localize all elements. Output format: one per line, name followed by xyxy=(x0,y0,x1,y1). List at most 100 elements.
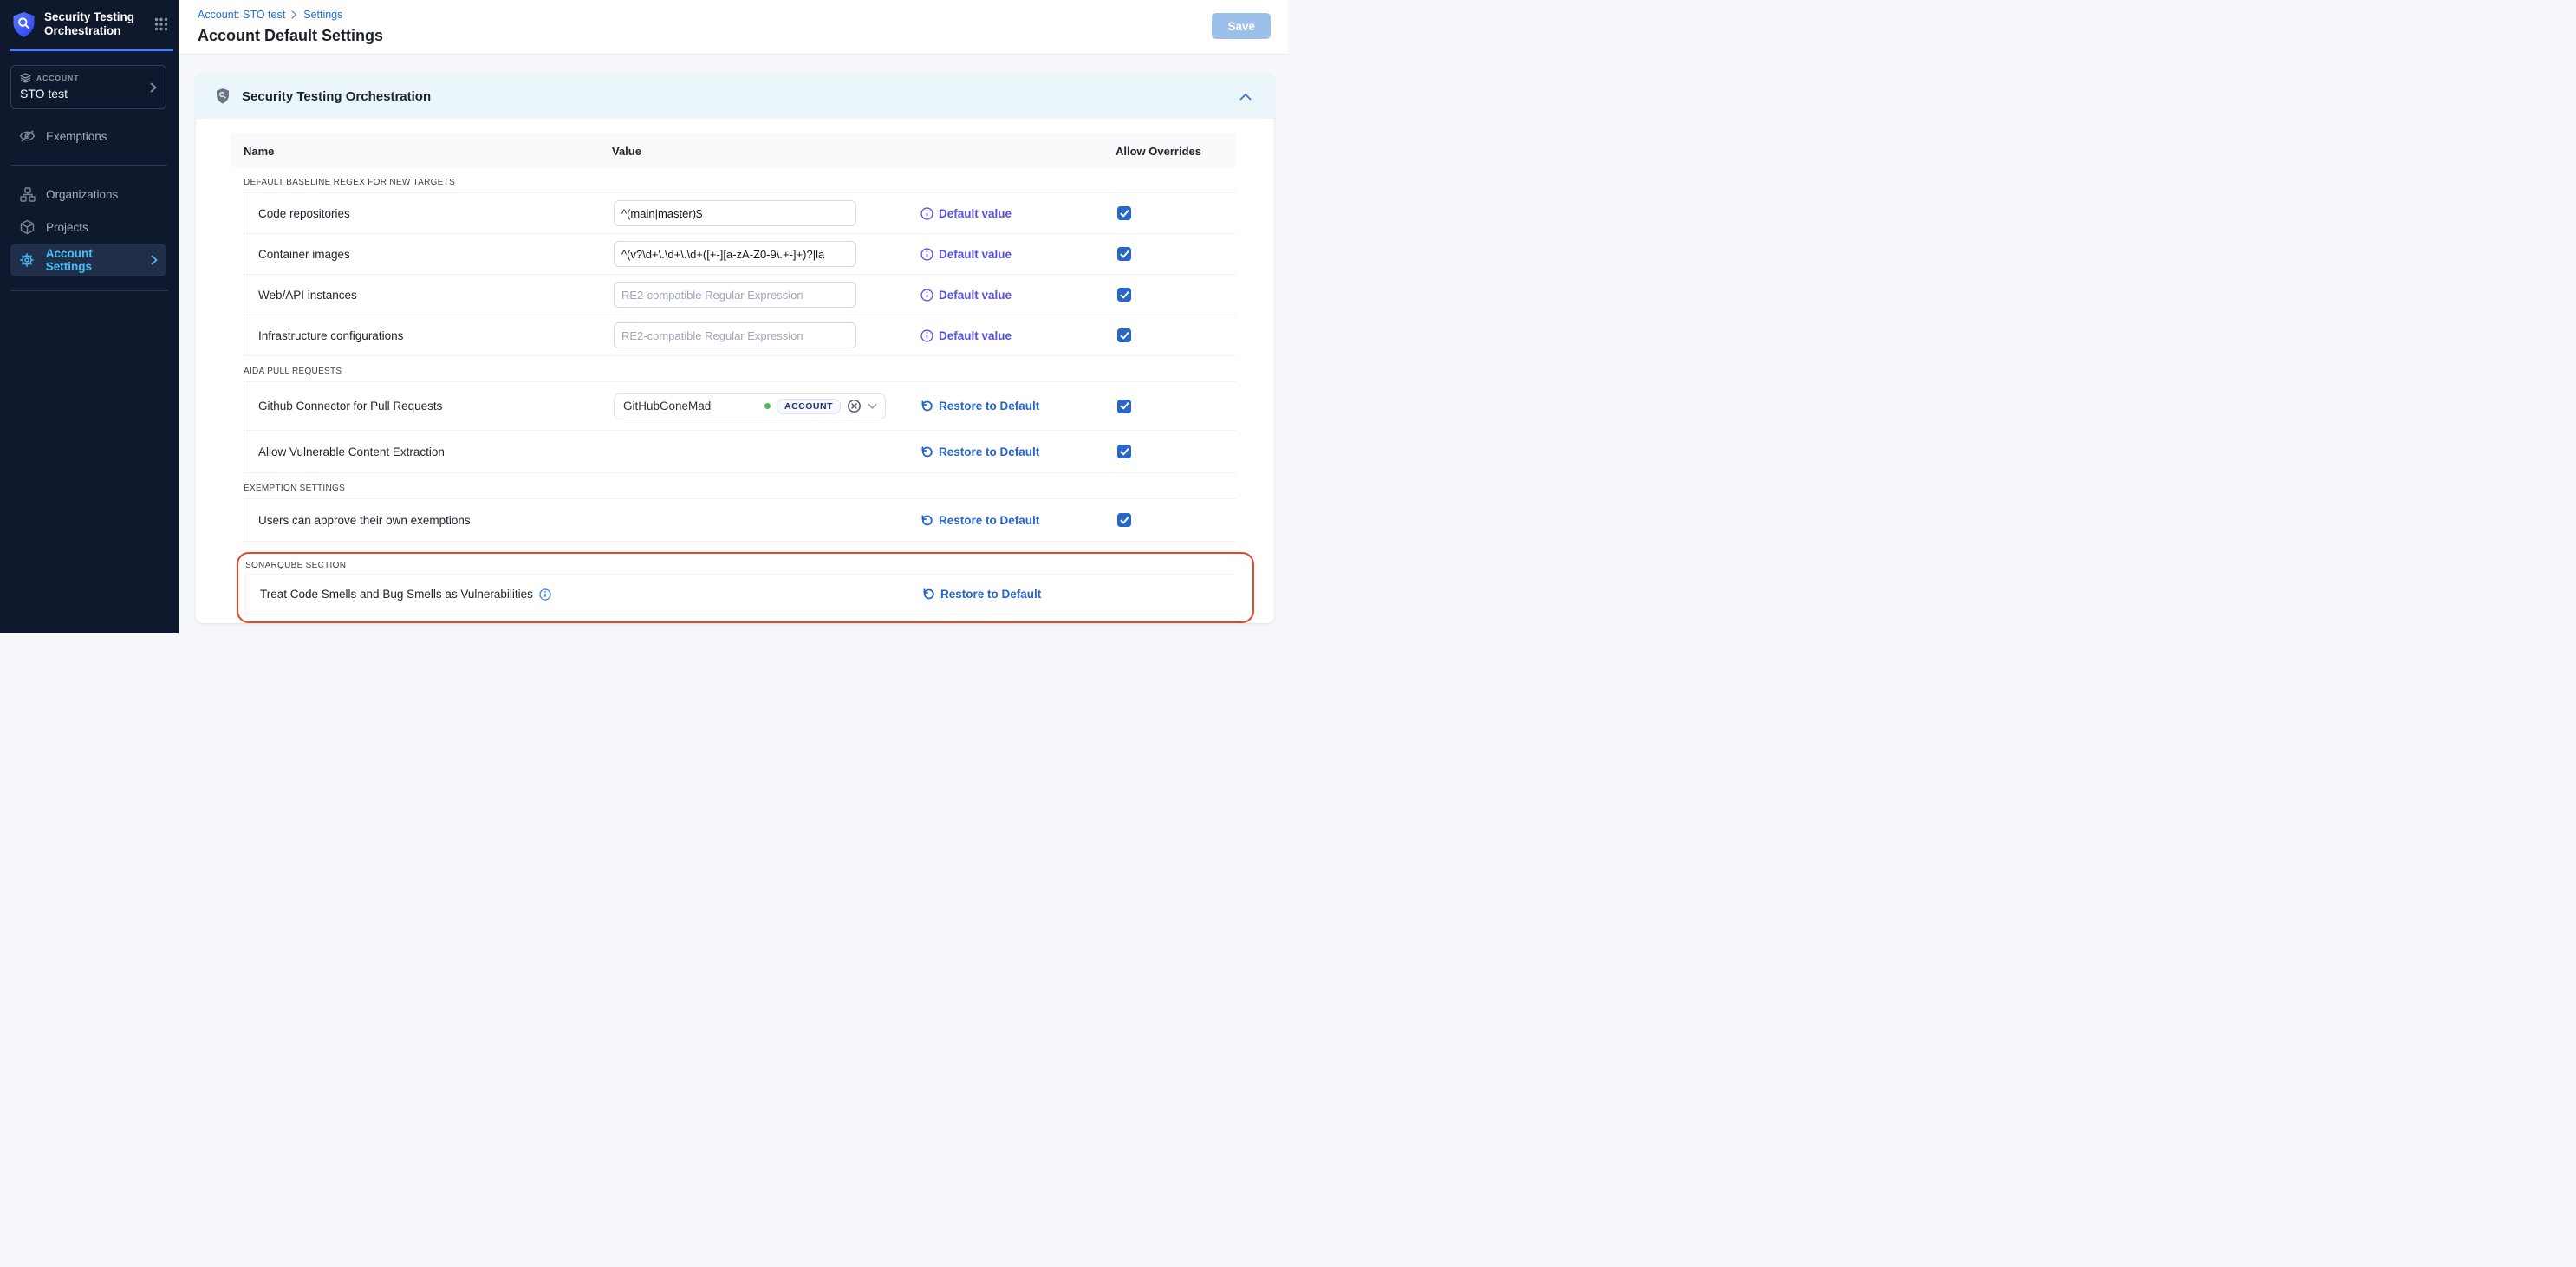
table-header-row: Name Value Allow Overrides xyxy=(231,134,1236,167)
gear-icon xyxy=(19,252,36,268)
sidebar-nav: Exemptions Organizations Projec xyxy=(0,120,179,303)
status-text: Restore to Default xyxy=(939,514,1039,527)
restore-to-default-link[interactable]: Restore to Default xyxy=(920,445,1117,458)
info-icon[interactable] xyxy=(920,329,933,342)
breadcrumb: Account: STO test Settings xyxy=(198,9,1267,21)
restore-icon xyxy=(922,588,935,601)
sidebar-item-label: Organizations xyxy=(46,188,118,201)
restore-icon xyxy=(920,514,933,527)
status-text: Restore to Default xyxy=(939,445,1039,458)
info-icon[interactable] xyxy=(920,248,933,261)
allow-overrides-checkbox[interactable] xyxy=(1117,513,1131,527)
org-chart-icon xyxy=(19,187,36,202)
sidebar-item-label: Account Settings xyxy=(46,247,140,273)
clear-icon[interactable] xyxy=(847,399,862,413)
cube-icon xyxy=(19,219,36,235)
table-row: Allow Vulnerable Content Extraction Rest… xyxy=(244,431,1236,473)
restore-icon xyxy=(920,445,933,458)
layers-icon xyxy=(20,73,31,83)
restore-to-default-link[interactable]: Restore to Default xyxy=(920,514,1117,527)
info-icon[interactable] xyxy=(920,289,933,302)
setting-label: Container images xyxy=(244,248,614,261)
restore-to-default-link[interactable]: Restore to Default xyxy=(920,400,1117,413)
section-header[interactable]: Security Testing Orchestration xyxy=(196,74,1274,119)
allow-overrides-checkbox[interactable] xyxy=(1117,400,1131,413)
table-row: Web/API instances Default value xyxy=(244,275,1236,315)
table-row: Infrastructure configurations Default va… xyxy=(244,315,1236,356)
setting-label: Web/API instances xyxy=(244,289,614,302)
allow-overrides-checkbox[interactable] xyxy=(1117,328,1131,342)
setting-label: Infrastructure configurations xyxy=(244,329,614,342)
table-row: Container images Default value xyxy=(244,234,1236,275)
restore-icon xyxy=(920,400,933,413)
account-selector[interactable]: ACCOUNT STO test xyxy=(10,65,166,109)
settings-group: Treat Code Smells and Bug Smells as Vuln… xyxy=(245,574,1235,614)
sidebar-item-projects[interactable]: Projects xyxy=(0,211,179,244)
sidebar-divider xyxy=(10,290,168,291)
page-header: Account: STO test Settings Account Defau… xyxy=(179,0,1288,55)
chevron-down-icon[interactable] xyxy=(868,403,877,410)
shield-icon xyxy=(215,88,231,105)
regex-input[interactable] xyxy=(614,322,856,348)
settings-group: Code repositories Default value xyxy=(244,192,1236,356)
chevron-right-icon xyxy=(151,255,158,265)
highlight-outline: SONARQUBE SECTION Treat Code Smells and … xyxy=(237,552,1254,623)
sidebar-divider xyxy=(10,165,168,166)
status-text: Default value xyxy=(939,289,1012,302)
account-scope-label: ACCOUNT xyxy=(36,74,80,82)
breadcrumb-account-link[interactable]: Account: STO test xyxy=(198,9,285,21)
regex-input[interactable] xyxy=(614,282,856,308)
sidebar-item-label: Exemptions xyxy=(46,130,107,143)
allow-overrides-checkbox[interactable] xyxy=(1117,206,1131,220)
page-content: Security Testing Orchestration Name Valu… xyxy=(179,55,1288,634)
info-icon[interactable] xyxy=(920,207,933,220)
table-row: Users can approve their own exemptions R… xyxy=(244,499,1236,542)
breadcrumb-settings-link[interactable]: Settings xyxy=(303,9,342,21)
info-icon[interactable] xyxy=(539,588,551,601)
column-header-value: Value xyxy=(612,145,1116,158)
setting-label: Github Connector for Pull Requests xyxy=(244,400,614,413)
page-title: Account Default Settings xyxy=(198,27,1267,45)
chevron-up-icon[interactable] xyxy=(1236,89,1255,104)
regex-input[interactable] xyxy=(614,200,856,226)
table-row: Code repositories Default value xyxy=(244,193,1236,234)
group-label: EXEMPTION SETTINGS xyxy=(244,484,1236,493)
setting-label: Allow Vulnerable Content Extraction xyxy=(244,445,614,458)
scope-badge: ACCOUNT xyxy=(777,399,841,414)
accent-divider xyxy=(10,49,173,51)
sidebar-item-account-settings[interactable]: Account Settings xyxy=(10,244,166,276)
app-logo-row: Security Testing Orchestration xyxy=(0,0,179,45)
sidebar-item-label: Projects xyxy=(46,221,88,234)
shield-logo-icon xyxy=(12,11,36,38)
app-title: Security Testing Orchestration xyxy=(44,10,141,38)
allow-overrides-checkbox[interactable] xyxy=(1117,247,1131,261)
save-button[interactable]: Save xyxy=(1212,13,1271,39)
sidebar: Security Testing Orchestration ACCOUNT S… xyxy=(0,0,179,634)
sidebar-item-exemptions[interactable]: Exemptions xyxy=(0,120,179,153)
group-label: AIDA PULL REQUESTS xyxy=(244,367,1236,376)
settings-group: Users can approve their own exemptions R… xyxy=(244,498,1236,542)
status-dot xyxy=(764,403,771,409)
setting-label: Users can approve their own exemptions xyxy=(244,514,614,527)
connector-name: GitHubGoneMad xyxy=(623,400,711,413)
status-text: Default value xyxy=(939,207,1012,220)
settings-table: Name Value Allow Overrides DEFAULT BASEL… xyxy=(196,134,1274,623)
app-grid-icon[interactable] xyxy=(154,17,168,31)
eye-off-icon xyxy=(19,129,36,143)
group-label: DEFAULT BASELINE REGEX FOR NEW TARGETS xyxy=(244,178,1236,187)
allow-overrides-checkbox[interactable] xyxy=(1117,445,1131,458)
column-header-name: Name xyxy=(244,145,612,158)
restore-to-default-link[interactable]: Restore to Default xyxy=(922,588,1119,601)
sidebar-item-organizations[interactable]: Organizations xyxy=(0,178,179,211)
main-area: Account: STO test Settings Account Defau… xyxy=(179,0,1288,634)
settings-card: Security Testing Orchestration Name Valu… xyxy=(196,74,1274,623)
status-text: Restore to Default xyxy=(939,400,1039,413)
connector-select[interactable]: GitHubGoneMad ACCOUNT xyxy=(614,393,886,419)
group-label: SONARQUBE SECTION xyxy=(245,561,1235,570)
table-row: Treat Code Smells and Bug Smells as Vuln… xyxy=(246,575,1235,614)
regex-input[interactable] xyxy=(614,241,856,267)
allow-overrides-checkbox[interactable] xyxy=(1117,288,1131,302)
section-title: Security Testing Orchestration xyxy=(242,89,431,104)
column-header-overrides: Allow Overrides xyxy=(1116,145,1201,158)
status-text: Default value xyxy=(939,248,1012,261)
